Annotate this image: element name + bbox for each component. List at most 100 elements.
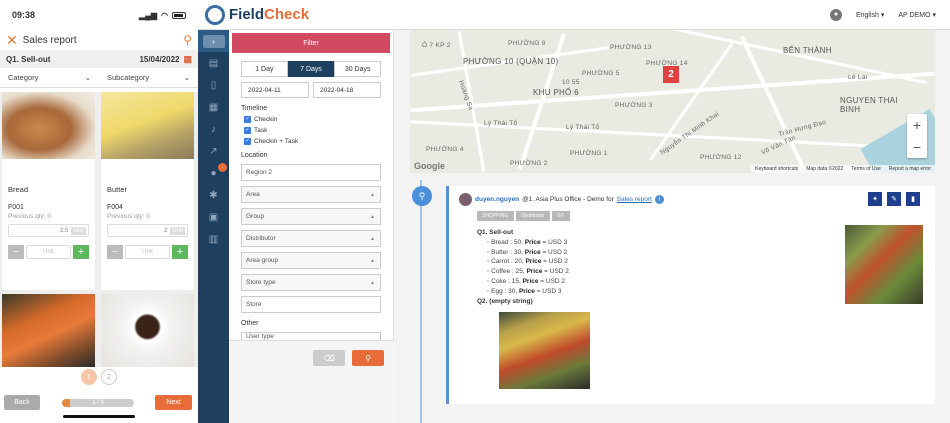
zoom-in-button[interactable]: + bbox=[907, 114, 927, 136]
quantity-stepper: − Unit + bbox=[107, 245, 188, 259]
app-logo[interactable]: Field Check bbox=[205, 4, 309, 25]
store-input[interactable]: Store bbox=[241, 296, 381, 313]
coffee-image bbox=[101, 294, 194, 367]
sidebar-item-docs[interactable]: ▯ bbox=[198, 74, 229, 96]
answer-item: ◦ Bread : 50, Price = USD 3 bbox=[487, 238, 568, 246]
document-icon: ▯ bbox=[210, 79, 217, 91]
search-button[interactable]: ⚲ bbox=[352, 350, 384, 366]
next-button[interactable]: Next bbox=[155, 395, 192, 410]
day-range-tabs: 1 Day 7 Days 30 Days bbox=[241, 61, 382, 77]
group-select[interactable]: Group ▲ bbox=[241, 208, 381, 225]
post-location: @1. Asia Plus Office - Demo for bbox=[522, 196, 614, 203]
zoom-control: + − bbox=[907, 114, 927, 158]
info-icon[interactable]: i bbox=[654, 195, 664, 204]
sidebar-item-feed[interactable]: ▤ bbox=[198, 52, 229, 74]
post-actions: ✦ ✎ ▮ bbox=[868, 192, 920, 206]
section-date: 15/04/2022 bbox=[139, 54, 180, 64]
back-button[interactable]: Back bbox=[4, 395, 40, 410]
store-type-select[interactable]: Store type ▲ bbox=[241, 274, 381, 291]
page-2[interactable]: 2 bbox=[101, 369, 117, 385]
pin-button[interactable]: ✦ bbox=[868, 192, 882, 206]
wifi-icon: ◠ bbox=[161, 10, 168, 20]
trash-icon: ▮ bbox=[911, 196, 915, 203]
avatar bbox=[459, 193, 472, 206]
sidebar-item-alerts[interactable]: ♪ bbox=[198, 118, 229, 140]
checkin-task-checkbox[interactable]: ✓ Checkin + Task bbox=[244, 138, 378, 145]
reset-button[interactable]: ⌫ bbox=[313, 350, 345, 366]
progress-bar: 1 / 9 bbox=[62, 399, 134, 407]
search-icon[interactable]: ⚲ bbox=[183, 33, 192, 47]
sidebar-item-users[interactable]: ● · bbox=[198, 162, 229, 184]
progress-text: 1 / 9 bbox=[92, 400, 104, 406]
list-icon: ▤ bbox=[208, 57, 219, 69]
zoom-out-button[interactable]: − bbox=[907, 136, 927, 158]
tab-7-days[interactable]: 7 Days bbox=[287, 61, 335, 77]
category-select[interactable]: Category ⌄ bbox=[0, 68, 99, 88]
report-link[interactable]: Sales report bbox=[617, 196, 652, 203]
check-icon: ✓ bbox=[244, 127, 251, 134]
language-select[interactable]: English ▾ bbox=[856, 11, 884, 19]
previous-qty: Previous qty: 0 bbox=[107, 213, 150, 220]
sidebar-item-calendar[interactable]: ▦ bbox=[198, 96, 229, 118]
area-group-select[interactable]: Area group ▲ bbox=[241, 252, 381, 269]
mobile-panel: 09:38 ▂▄▆ ◠ ✕ Sales report ⚲ Q1. Sell-ou… bbox=[0, 0, 198, 423]
check-icon: ✓ bbox=[244, 138, 251, 145]
date-from-input[interactable]: 2022-04-11 bbox=[241, 82, 309, 98]
sidebar: › ▤ ▯ ▦ ♪ ↗ ● · ✱ ▣ ▥ bbox=[198, 30, 229, 423]
pencil-icon: ✎ bbox=[891, 196, 897, 203]
answer-item: ◦ Coffee : 25, Price = USD 2 bbox=[487, 268, 569, 276]
unit-field[interactable]: Unit bbox=[125, 245, 170, 259]
map-cluster-marker[interactable]: 2 bbox=[663, 66, 679, 83]
sidebar-item-stores[interactable]: ▥ bbox=[198, 228, 229, 250]
qty-input[interactable]: 2.5 Unit bbox=[8, 224, 89, 237]
distributor-select[interactable]: Distributor ▲ bbox=[241, 230, 381, 247]
subcategory-select[interactable]: Subcategory ⌄ bbox=[99, 68, 198, 88]
plus-button[interactable]: + bbox=[73, 245, 89, 259]
task-checkbox[interactable]: ✓ Task bbox=[244, 127, 378, 134]
product-name: Butter bbox=[107, 185, 128, 194]
area-select[interactable]: Area ▲ bbox=[241, 186, 381, 203]
product-grid: Bread F001 Previous qty: 0 2.5 Unit − Uni… bbox=[0, 92, 198, 367]
unit-field[interactable]: Unit bbox=[26, 245, 71, 259]
plus-button[interactable]: + bbox=[172, 245, 188, 259]
location-label: Location bbox=[241, 152, 268, 159]
bell-icon: ♪ bbox=[211, 123, 216, 135]
checkin-checkbox[interactable]: ✓ Checkin bbox=[244, 116, 378, 123]
product-code: F001 bbox=[8, 204, 24, 211]
question-1: Q1. Sell-out bbox=[477, 229, 514, 236]
chart-icon: ↗ bbox=[209, 145, 218, 157]
sidebar-toggle[interactable]: › bbox=[198, 30, 229, 52]
sidebar-item-settings[interactable]: ✱ bbox=[198, 184, 229, 206]
timeline-line bbox=[420, 180, 422, 423]
user-type-select[interactable]: User type bbox=[241, 332, 381, 340]
qty-input[interactable]: 2 Unit bbox=[107, 224, 188, 237]
minus-button[interactable]: − bbox=[107, 245, 123, 259]
butter-image bbox=[101, 92, 194, 159]
mobile-title: Sales report bbox=[22, 34, 77, 46]
chevron-right-icon: › bbox=[202, 34, 225, 48]
report-post: duyen.nguyen @1. Asia Plus Office - Demo… bbox=[446, 186, 935, 404]
page-1[interactable]: 1 bbox=[81, 369, 97, 385]
tab-1-day[interactable]: 1 Day bbox=[241, 61, 288, 77]
minus-button[interactable]: − bbox=[8, 245, 24, 259]
calendar-icon[interactable]: ▦ bbox=[183, 54, 192, 65]
sidebar-item-reports[interactable]: ↗ bbox=[198, 140, 229, 162]
tab-30-days[interactable]: 30 Days bbox=[334, 61, 382, 77]
search-icon: ⚲ bbox=[365, 353, 371, 363]
market-photo[interactable] bbox=[499, 312, 590, 389]
post-user[interactable]: duyen.nguyen bbox=[475, 196, 519, 203]
other-label: Other bbox=[241, 320, 259, 327]
map[interactable]: PHƯỜNG 10 (QUẬN 10) KHU PHỐ 6 BẾN THÀNH … bbox=[410, 30, 935, 173]
user-menu[interactable]: AP DEMO ▾ bbox=[898, 11, 936, 19]
post-header: duyen.nguyen @1. Asia Plus Office - Demo… bbox=[459, 193, 664, 206]
delete-button[interactable]: ▮ bbox=[906, 192, 920, 206]
edit-button[interactable]: ✎ bbox=[887, 192, 901, 206]
filter-button[interactable]: Filter bbox=[232, 33, 390, 53]
sidebar-item-contacts[interactable]: ▣ bbox=[198, 206, 229, 228]
close-icon[interactable]: ✕ bbox=[6, 32, 18, 49]
google-logo: Google bbox=[414, 161, 445, 171]
notification-icon[interactable]: ● bbox=[829, 8, 842, 21]
market-photo[interactable] bbox=[845, 225, 923, 304]
date-to-input[interactable]: 2022-04-18 bbox=[313, 82, 381, 98]
region-field[interactable]: Region 2 bbox=[241, 164, 381, 181]
